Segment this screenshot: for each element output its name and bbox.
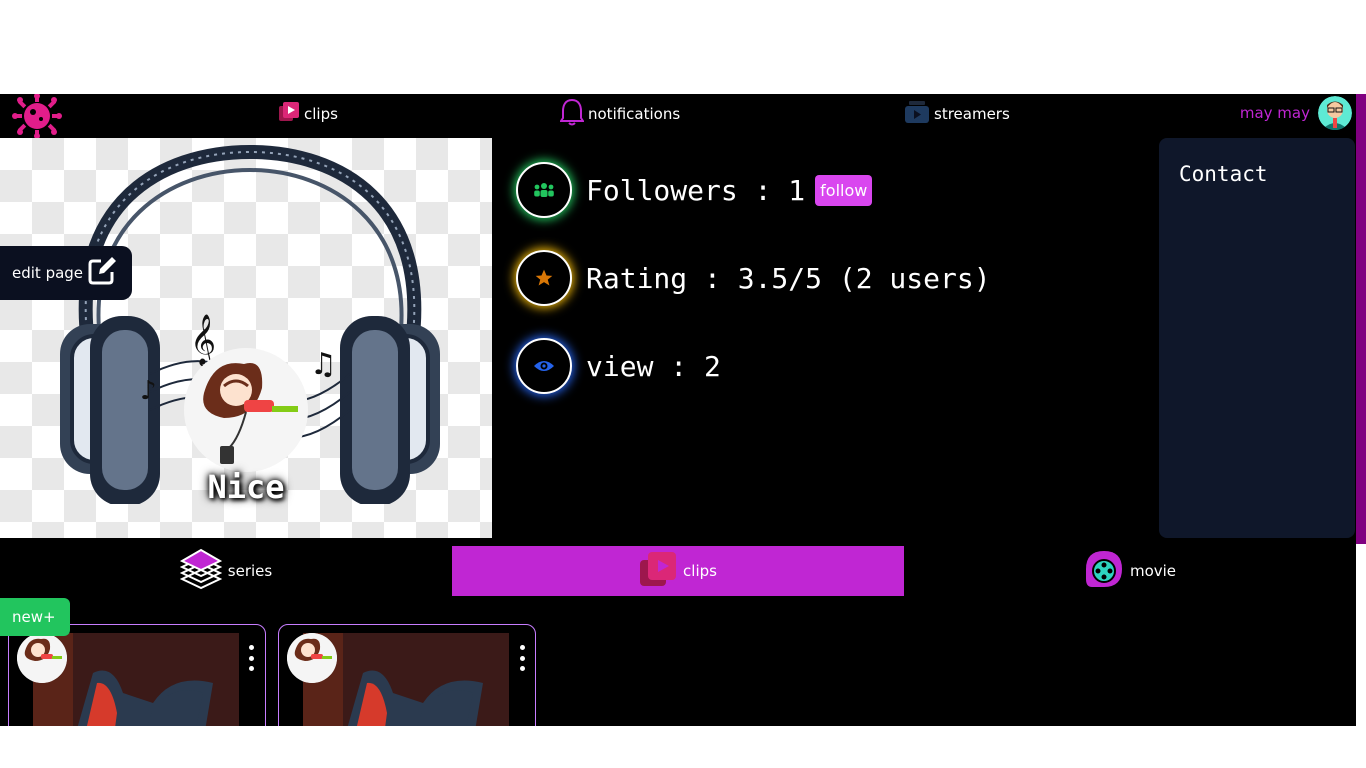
user-name: may may (1239, 104, 1310, 122)
bell-icon (559, 98, 585, 130)
user-avatar[interactable] (1318, 96, 1352, 130)
cover-image: 𝄞 ♫ ♪ Nice edit page (0, 138, 492, 538)
edit-page-label: edit page (12, 264, 84, 282)
tab-clips-label: clips (683, 562, 717, 580)
uploader-avatar (17, 633, 67, 683)
edit-icon (87, 256, 117, 290)
more-options-icon[interactable] (244, 645, 258, 671)
rating-stat: Rating : 3.5/5 (2 users) (516, 250, 991, 306)
top-nav: clips notifications streamers may may (0, 94, 1356, 139)
uploader-avatar (287, 633, 337, 683)
contact-title: Contact (1179, 162, 1268, 186)
views-stat: view : 2 (516, 338, 721, 394)
tab-movie-label: movie (1129, 562, 1177, 580)
rating-value: Rating : 3.5/5 (2 users) (586, 261, 991, 295)
new-clip-button[interactable]: new+ (0, 598, 70, 636)
content-tabs: series clips movie (0, 546, 1356, 596)
nav-streamers[interactable]: streamers (904, 94, 1010, 134)
svg-text:♫: ♫ (310, 347, 337, 382)
scrollbar[interactable] (1356, 94, 1366, 544)
view-count: view : 2 (586, 349, 721, 383)
nav-clips[interactable]: clips (278, 94, 338, 134)
nav-clips-label: clips (304, 105, 338, 123)
user-menu[interactable]: may may (1240, 94, 1352, 132)
clips-icon (278, 101, 300, 127)
film-reel-icon (1084, 549, 1124, 593)
tab-clips[interactable]: clips (452, 546, 904, 596)
edit-page-button[interactable]: edit page (0, 246, 132, 300)
contact-panel: Contact (1159, 138, 1355, 538)
page-name: Nice (207, 468, 285, 506)
svg-text:♪: ♪ (140, 376, 157, 406)
layers-icon (179, 546, 223, 596)
streamers-icon (904, 99, 930, 129)
followers-count: Followers : 1 (586, 173, 806, 207)
more-options-icon[interactable] (515, 645, 529, 671)
nav-notifications-label: notifications (588, 105, 681, 123)
follow-button[interactable]: follow (815, 174, 873, 206)
app-window: clips notifications streamers may may 𝄞 … (0, 94, 1356, 726)
star-icon (516, 250, 572, 306)
eye-icon (516, 338, 572, 394)
clips-icon (639, 551, 677, 591)
clip-card[interactable] (8, 624, 266, 726)
tab-series-label: series (227, 562, 273, 580)
nav-streamers-label: streamers (934, 105, 1010, 123)
page-avatar (184, 348, 308, 472)
users-icon (516, 162, 572, 218)
tab-movie[interactable]: movie (904, 546, 1356, 596)
virus-logo-icon[interactable] (12, 94, 62, 139)
followers-stat: Followers : 1 follow (516, 162, 873, 218)
clip-card[interactable] (278, 624, 536, 726)
tab-series[interactable]: series (0, 546, 452, 596)
nav-notifications[interactable]: notifications (559, 94, 681, 134)
